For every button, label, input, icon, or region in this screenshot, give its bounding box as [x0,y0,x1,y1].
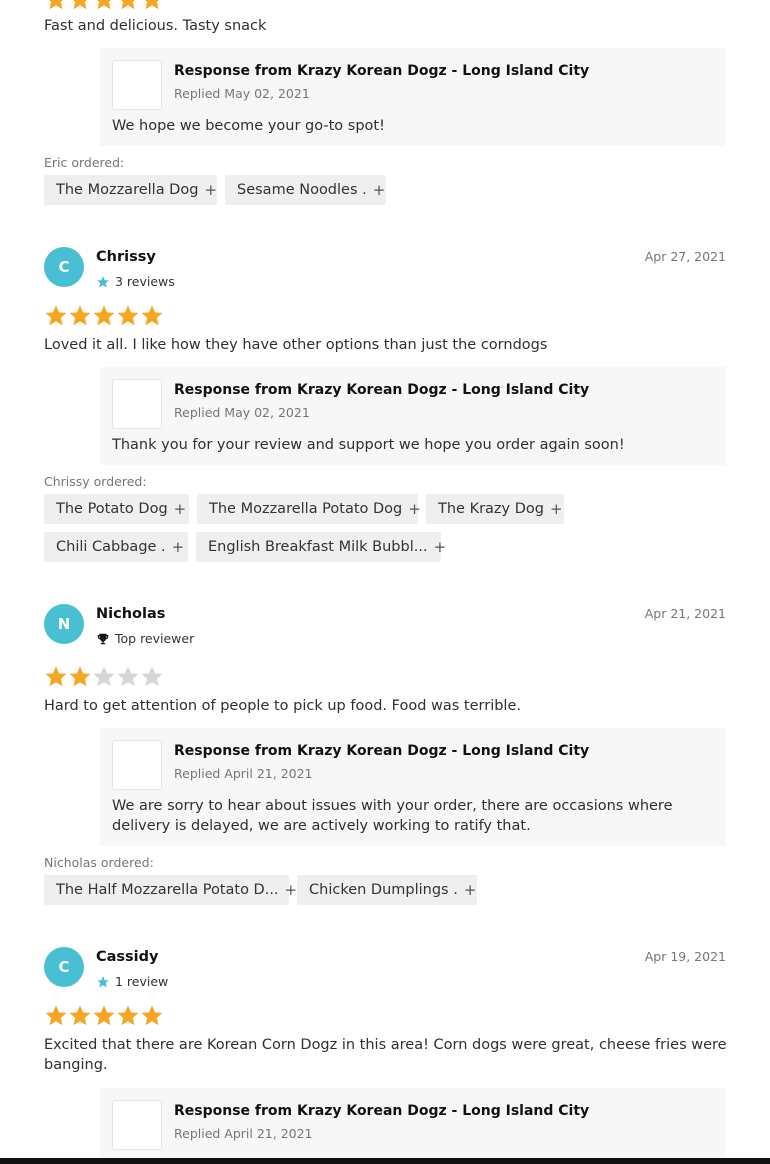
ordered-item-label: Sesame Noodles . [237,182,367,198]
star-filled-icon [97,0,111,10]
ordered-item-chip[interactable]: The Mozzarella Potato Dog + [197,494,421,524]
star-filled-icon [93,305,115,326]
ordered-item-label: The Potato Dog [56,501,168,517]
ordered-label: Nicholas ordered: [44,855,154,870]
restaurant-logo [112,1100,162,1150]
plus-icon: + [433,538,447,556]
star-filled-icon [141,305,163,326]
bottom-bar [0,1158,770,1164]
response-date: Replied May 02, 2021 [174,86,310,101]
response-date: Replied May 02, 2021 [174,405,310,420]
trophy-icon [96,632,110,646]
plus-icon: + [549,500,563,518]
reviewer-status: Top reviewer [115,631,195,646]
star-empty-icon [93,666,115,687]
ordered-label: Eric ordered: [44,155,125,170]
review-text: Excited that there are Korean Corn Dogz … [44,1037,727,1073]
response-text: Thank you for your review and support we… [112,437,625,453]
restaurant-response: Response from Krazy Korean Dogz - Long I… [100,1088,726,1158]
plus-icon: + [284,881,298,899]
avatar: C [44,947,84,987]
star-rating [44,665,164,691]
ordered-item-chip[interactable]: Chicken Dumplings . + [297,875,477,905]
star-rating [44,304,164,330]
ordered-item-chip[interactable]: Sesame Noodles . + [225,175,386,205]
restaurant-response: Response from Krazy Korean Dogz - Long I… [100,728,726,846]
star-rating [44,1004,164,1030]
restaurant-logo [112,379,162,429]
star-icon [96,975,110,989]
reviewer-badge: Top reviewer [96,631,194,646]
response-title: Response from Krazy Korean Dogz - Long I… [174,743,590,759]
plus-icon: + [372,181,386,199]
reviewer-review-count: 1 review [115,974,169,989]
response-text: We are sorry to hear about issues with y… [112,798,673,834]
star-filled-icon [117,1005,139,1026]
plus-icon: + [204,181,218,199]
star-filled-icon [117,305,139,326]
ordered-item-label: The Half Mozzarella Potato D... [56,882,279,898]
plus-icon: + [463,881,477,899]
response-title: Response from Krazy Korean Dogz - Long I… [174,1103,590,1119]
avatar: N [44,604,84,644]
restaurant-logo [112,60,162,110]
review-text: Fast and delicious. Tasty snack [44,18,267,34]
review-text: Loved it all. I like how they have other… [44,337,548,353]
restaurant-response: Response from Krazy Korean Dogz - Long I… [100,367,726,465]
ordered-item-label: The Mozzarella Dog [56,182,199,198]
ordered-item-label: The Mozzarella Potato Dog [209,501,403,517]
ordered-item-label: English Breakfast Milk Bubbl... [208,539,428,555]
plus-icon: + [408,500,421,518]
star-filled-icon [45,666,67,687]
star-filled-icon [45,305,67,326]
restaurant-response: Response from Krazy Korean Dogz - Long I… [100,48,726,146]
reviewer-name[interactable]: Nicholas [96,606,165,622]
avatar: C [44,247,84,287]
star-filled-icon [69,666,91,687]
ordered-item-chip[interactable]: The Mozzarella Dog + [44,175,217,205]
star-filled-icon [49,0,63,10]
star-filled-icon [45,1005,67,1026]
star-icon [96,275,110,289]
star-filled-icon [141,1005,163,1026]
review-date: Apr 27, 2021 [644,249,726,264]
response-date: Replied April 21, 2021 [174,766,313,781]
star-rating [44,0,164,14]
review-text: Hard to get attention of people to pick … [44,698,521,714]
reviewer-badge: 3 reviews [96,274,175,289]
ordered-item-label: The Krazy Dog [438,501,544,517]
plus-icon: + [171,538,185,556]
reviewer-review-count: 3 reviews [115,274,175,289]
response-title: Response from Krazy Korean Dogz - Long I… [174,63,590,79]
star-filled-icon [145,0,159,10]
reviewer-badge: 1 review [96,974,168,989]
ordered-item-label: Chicken Dumplings . [309,882,458,898]
star-empty-icon [117,666,139,687]
response-date: Replied April 21, 2021 [174,1126,313,1141]
star-filled-icon [93,1005,115,1026]
reviewer-name[interactable]: Chrissy [96,249,156,265]
star-filled-icon [69,1005,91,1026]
star-filled-icon [69,305,91,326]
ordered-item-label: Chili Cabbage . [56,539,166,555]
ordered-item-chip[interactable]: The Krazy Dog + [426,494,564,524]
star-filled-icon [121,0,135,10]
star-filled-icon [73,0,87,10]
ordered-label: Chrissy ordered: [44,474,147,489]
reviewer-name[interactable]: Cassidy [96,949,159,965]
restaurant-logo [112,740,162,790]
ordered-item-chip[interactable]: The Half Mozzarella Potato D... + [44,875,297,905]
plus-icon: + [173,500,187,518]
response-title: Response from Krazy Korean Dogz - Long I… [174,382,590,398]
response-text: We hope we become your go-to spot! [112,118,385,134]
ordered-item-chip[interactable]: The Potato Dog + [44,494,189,524]
ordered-item-chip[interactable]: Chili Cabbage . + [44,532,188,562]
ordered-item-chip[interactable]: English Breakfast Milk Bubbl... + [196,532,446,562]
review-date: Apr 21, 2021 [644,606,726,621]
star-empty-icon [141,666,163,687]
review-date: Apr 19, 2021 [644,949,726,964]
